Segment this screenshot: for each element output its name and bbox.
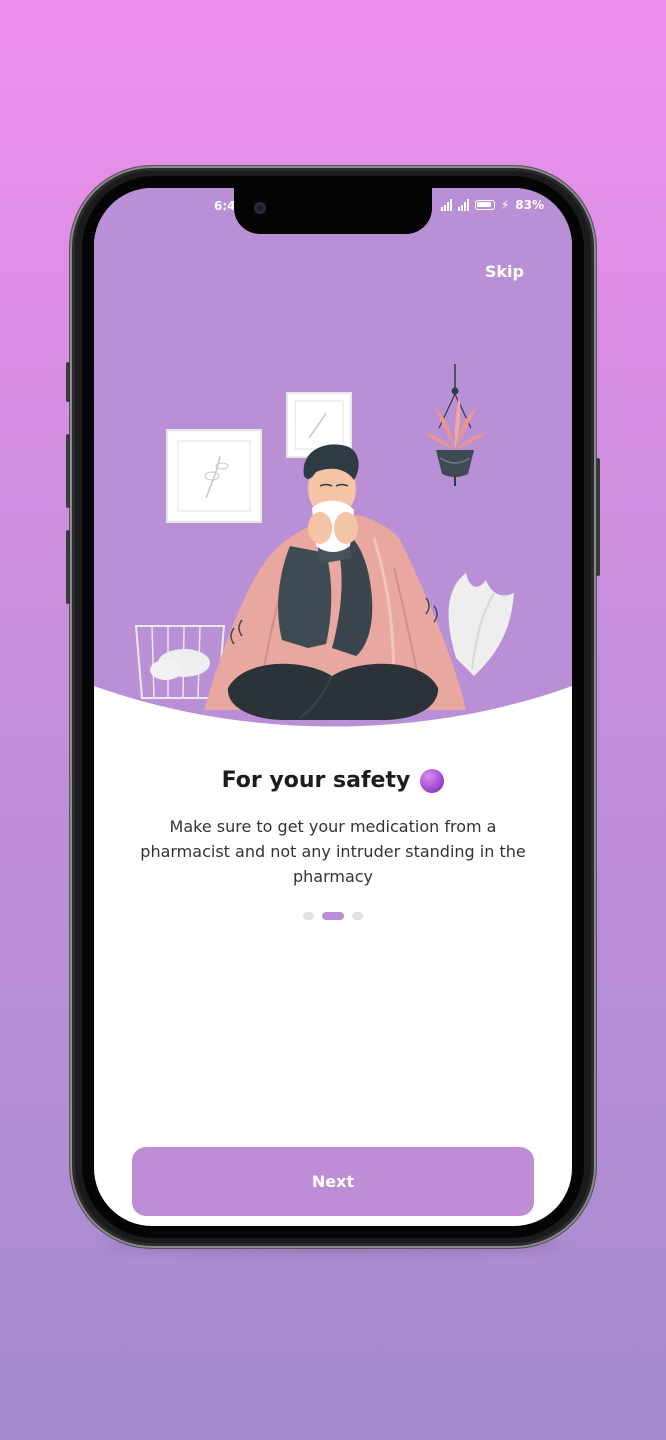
picture-frame-large	[166, 429, 262, 523]
volume-up-button	[66, 434, 70, 508]
page-dot-2-active[interactable]	[322, 912, 344, 920]
signal-icon	[440, 199, 452, 211]
charging-icon: ⚡	[500, 198, 510, 212]
battery-percent: 83%	[515, 198, 544, 212]
app-screen: 6:4 ⚡ 83% Skip For your safety Make sure…	[94, 188, 572, 1226]
purple-circle-emoji-icon	[420, 768, 445, 793]
hero-curve-divider	[94, 686, 572, 758]
hanging-plant	[424, 364, 486, 486]
page-dot-3[interactable]	[352, 912, 363, 920]
battery-icon	[474, 200, 495, 210]
volume-down-button	[66, 530, 70, 604]
page-indicator	[94, 912, 572, 920]
camera-notch	[234, 188, 432, 234]
power-button	[596, 458, 600, 576]
mute-switch	[66, 362, 70, 402]
onboarding-title: For your safety	[94, 768, 572, 793]
next-button[interactable]: Next	[132, 1147, 534, 1216]
signal-icon-2	[457, 199, 469, 211]
status-time: 6:4	[214, 199, 236, 213]
skip-button[interactable]: Skip	[485, 262, 524, 281]
front-camera-icon	[254, 202, 266, 214]
page-dot-1[interactable]	[303, 912, 314, 920]
onboarding-description: Make sure to get your medication from a …	[140, 817, 526, 886]
title-text: For your safety	[221, 768, 411, 793]
status-icons: ⚡ 83%	[440, 198, 544, 212]
